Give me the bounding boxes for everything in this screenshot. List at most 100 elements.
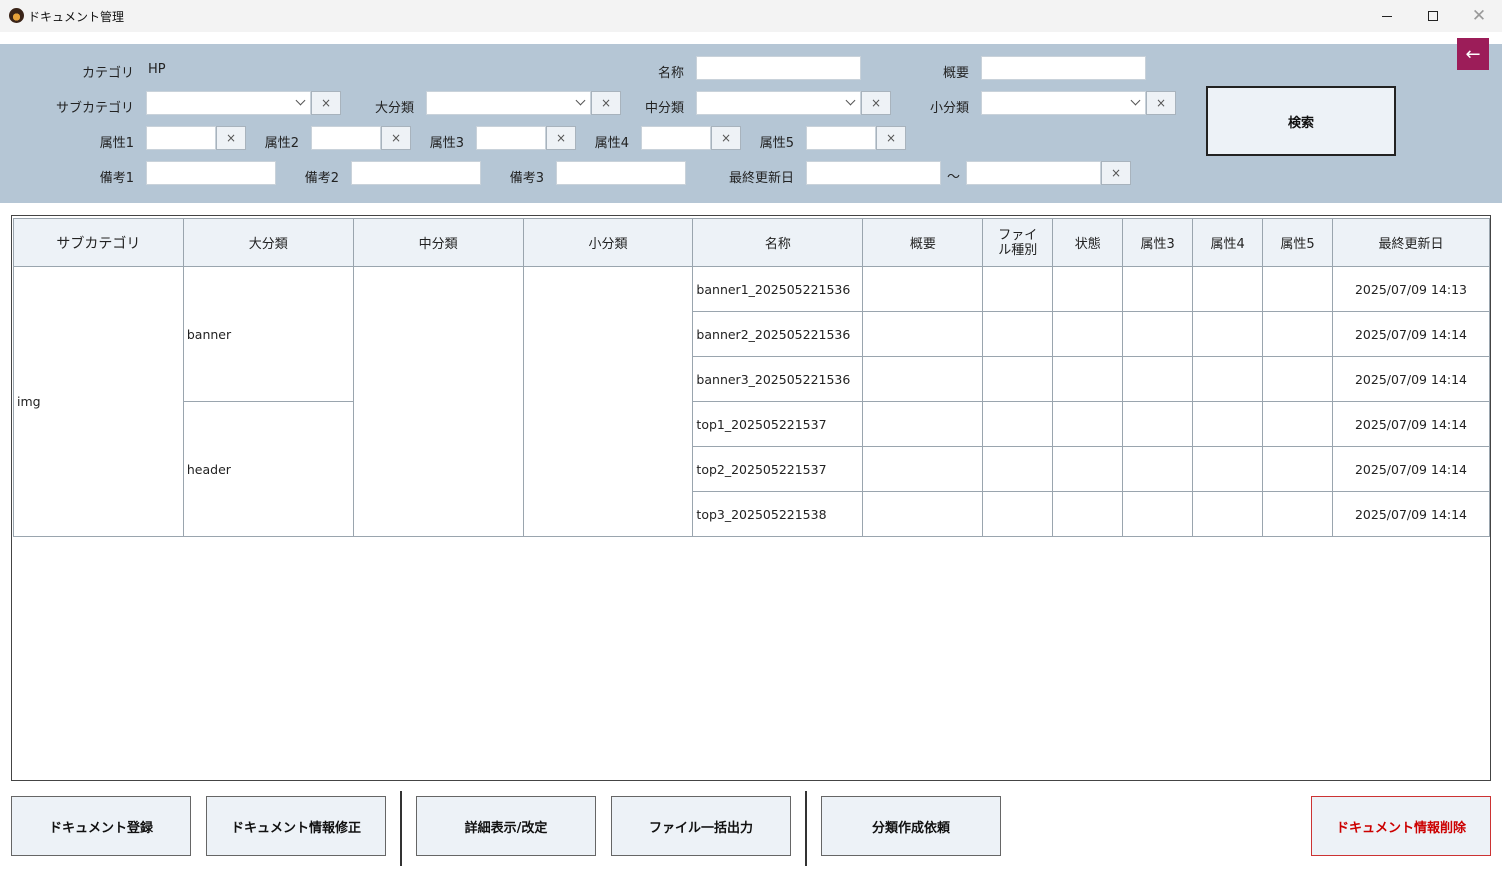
attr4-input[interactable] (641, 126, 711, 150)
edit-document-info-button[interactable]: ドキュメント情報修正 (206, 796, 386, 856)
attr5-label: 属性5 (759, 136, 794, 151)
category-value: HP (148, 62, 166, 77)
chevron-down-icon (295, 95, 306, 106)
subcategory-clear-button[interactable]: × (311, 91, 341, 115)
cell-summary (862, 401, 984, 447)
header-summary[interactable]: 概要 (862, 218, 984, 267)
attr5-clear-button[interactable]: × (876, 126, 906, 150)
note3-input[interactable] (556, 161, 686, 185)
back-button[interactable]: ← (1457, 38, 1489, 70)
subcategory-select[interactable] (146, 91, 311, 115)
attr3-input[interactable] (476, 126, 546, 150)
cell-name: banner1_202505221536 (692, 266, 864, 312)
cell-attr5 (1262, 266, 1333, 312)
cell-name: banner3_202505221536 (692, 356, 864, 402)
table-row[interactable]: img banner banner1_202505221536 2025/07/… (13, 266, 1491, 537)
close-button[interactable]: ✕ (1456, 0, 1502, 32)
cell-major-group: banner (182, 266, 354, 402)
attr4-label: 属性4 (594, 136, 629, 151)
minor-clear-button[interactable]: × (1146, 91, 1176, 115)
cell-attr5 (1262, 356, 1333, 402)
cell-filetype (982, 446, 1054, 492)
results-table: サブカテゴリ 大分類 中分類 小分類 名称 概要 ファイ ル種別 状態 属性3 … (13, 218, 1491, 537)
cell-updated: 2025/07/09 14:14 (1331, 311, 1491, 357)
middle-clear-button[interactable]: × (861, 91, 891, 115)
cell-filetype (982, 401, 1054, 447)
header-major[interactable]: 大分類 (182, 218, 354, 267)
header-attr5[interactable]: 属性5 (1262, 218, 1333, 267)
header-name[interactable]: 名称 (692, 218, 864, 267)
updated-to-input[interactable] (966, 161, 1101, 185)
attr3-clear-button[interactable]: × (546, 126, 576, 150)
major-label: 大分類 (374, 101, 414, 116)
cell-summary (862, 491, 984, 537)
header-updated[interactable]: 最終更新日 (1331, 218, 1491, 267)
cell-attr4 (1192, 311, 1264, 357)
header-filetype-line1: ファイ (998, 227, 1038, 243)
cell-minor-group (522, 266, 694, 537)
attr3-label: 属性3 (429, 136, 464, 151)
cell-filetype (982, 311, 1054, 357)
search-button[interactable]: 検索 (1206, 86, 1396, 156)
cell-attr3 (1122, 446, 1194, 492)
chevron-down-icon (845, 95, 856, 106)
header-status[interactable]: 状態 (1052, 218, 1124, 267)
cell-attr3 (1122, 311, 1194, 357)
cell-summary (862, 266, 984, 312)
minimize-button[interactable] (1364, 0, 1410, 32)
cell-name: top2_202505221537 (692, 446, 864, 492)
header-subcategory[interactable]: サブカテゴリ (13, 218, 184, 267)
cell-attr4 (1192, 491, 1264, 537)
delete-document-info-button[interactable]: ドキュメント情報削除 (1311, 796, 1491, 856)
cell-attr4 (1192, 356, 1264, 402)
attr2-clear-button[interactable]: × (381, 126, 411, 150)
register-document-button[interactable]: ドキュメント登録 (11, 796, 191, 856)
bulk-export-button[interactable]: ファイル一括出力 (611, 796, 791, 856)
major-select[interactable] (426, 91, 591, 115)
middle-select[interactable] (696, 91, 861, 115)
cell-updated: 2025/07/09 14:14 (1331, 491, 1491, 537)
cell-attr4 (1192, 446, 1264, 492)
attr1-clear-button[interactable]: × (216, 126, 246, 150)
attr1-input[interactable] (146, 126, 216, 150)
note1-input[interactable] (146, 161, 276, 185)
cell-attr5 (1262, 401, 1333, 447)
attr5-input[interactable] (806, 126, 876, 150)
table-row[interactable]: header top1_202505221537 2025/07/09 14:1… (14, 401, 1491, 537)
middle-label: 中分類 (644, 101, 684, 116)
title-bar: ドキュメント管理 ✕ (0, 0, 1502, 32)
minor-select[interactable] (981, 91, 1146, 115)
summary-label: 概要 (942, 66, 969, 81)
major-clear-button[interactable]: × (591, 91, 621, 115)
name-input[interactable] (696, 56, 861, 80)
cell-subcategory-group: img (13, 266, 184, 537)
header-attr4[interactable]: 属性4 (1192, 218, 1264, 267)
cell-filetype (982, 266, 1054, 312)
cell-status (1052, 356, 1124, 402)
attr2-input[interactable] (311, 126, 381, 150)
header-minor[interactable]: 小分類 (522, 218, 694, 267)
note3-label: 備考3 (509, 171, 544, 186)
detail-revise-button[interactable]: 詳細表示/改定 (416, 796, 596, 856)
summary-input[interactable] (981, 56, 1146, 80)
updated-clear-button[interactable]: × (1101, 161, 1131, 185)
updated-label: 最終更新日 (728, 171, 794, 186)
maximize-button[interactable] (1410, 0, 1456, 32)
header-middle[interactable]: 中分類 (352, 218, 524, 267)
cell-attr5 (1262, 491, 1333, 537)
header-attr3[interactable]: 属性3 (1122, 218, 1194, 267)
note2-input[interactable] (351, 161, 481, 185)
cell-name: top1_202505221537 (692, 401, 864, 447)
cell-updated: 2025/07/09 14:14 (1331, 401, 1491, 447)
cell-updated: 2025/07/09 14:14 (1331, 446, 1491, 492)
cell-name: banner2_202505221536 (692, 311, 864, 357)
request-category-button[interactable]: 分類作成依頼 (821, 796, 1001, 856)
chevron-down-icon (575, 95, 586, 106)
cell-status (1052, 401, 1124, 447)
maximize-icon (1428, 11, 1438, 21)
updated-from-input[interactable] (806, 161, 941, 185)
cell-filetype (982, 491, 1054, 537)
close-icon: ✕ (1471, 6, 1487, 26)
header-filetype[interactable]: ファイ ル種別 (982, 218, 1054, 267)
attr4-clear-button[interactable]: × (711, 126, 741, 150)
